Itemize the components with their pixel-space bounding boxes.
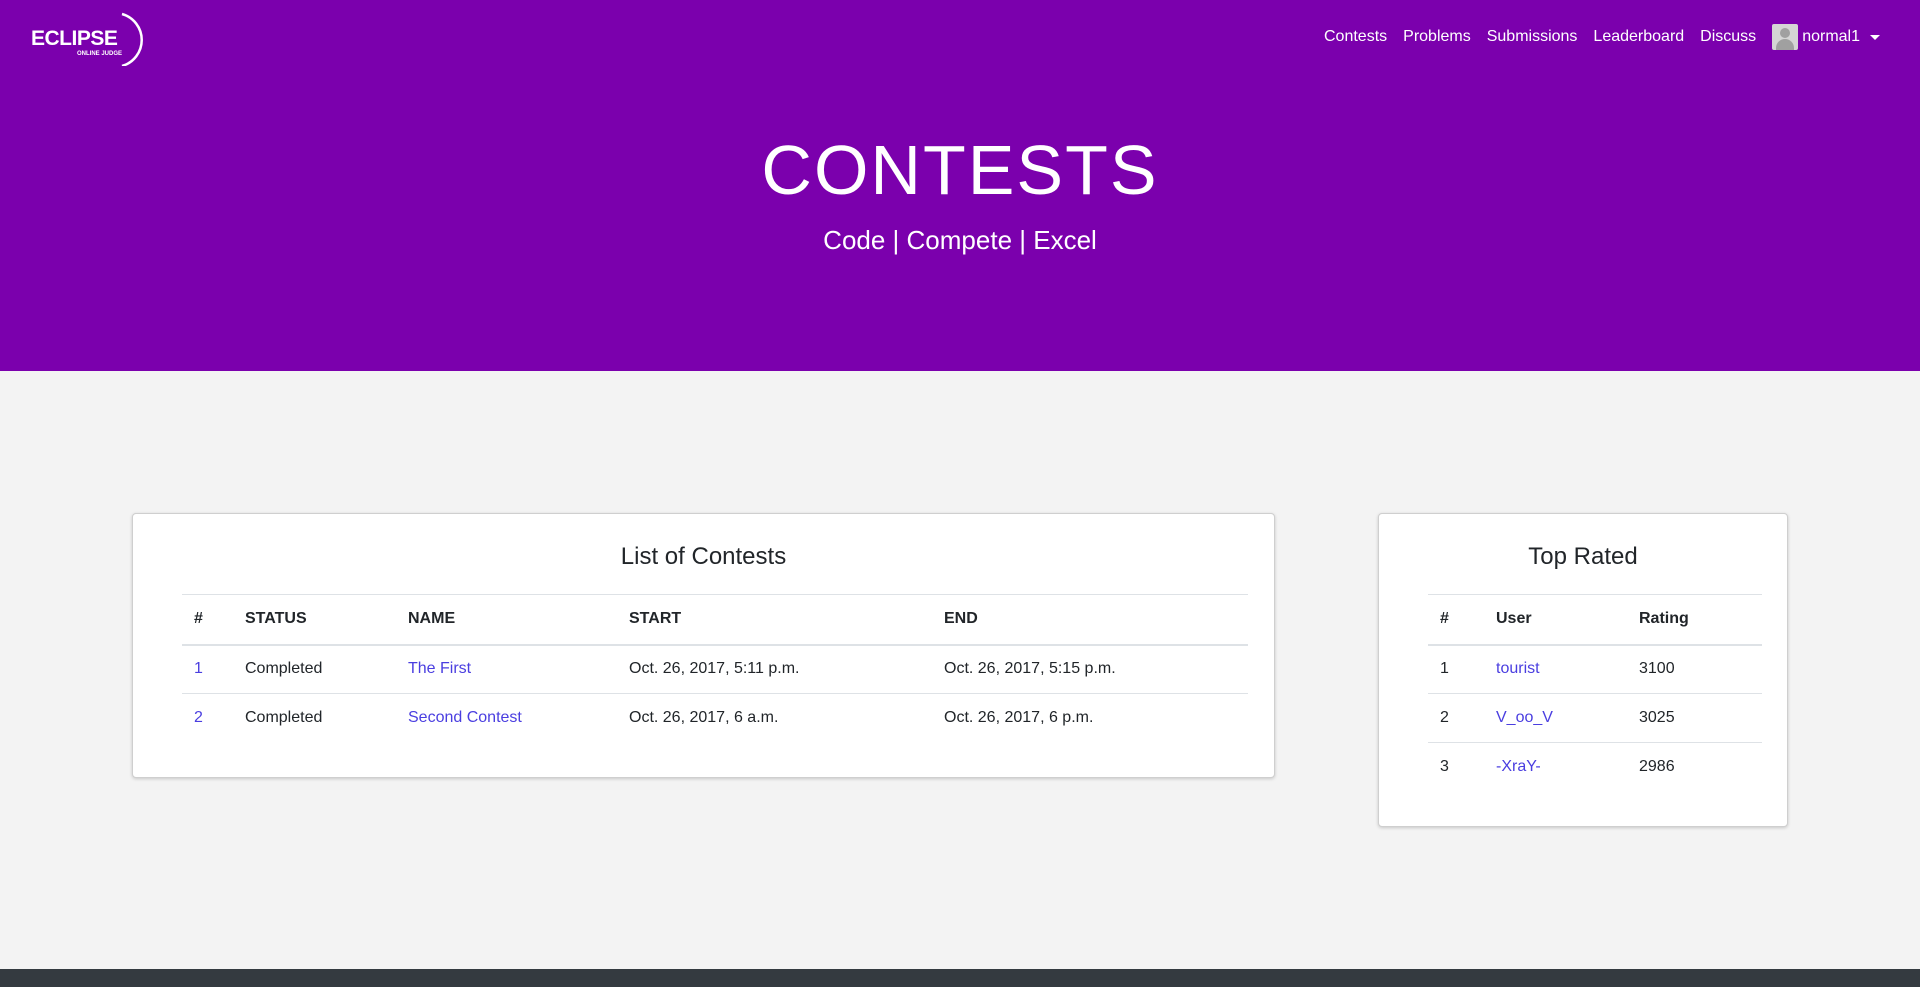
- rank: 2: [1428, 693, 1484, 743]
- contests-title: List of Contests: [620, 543, 787, 570]
- page-title: CONTESTS: [761, 131, 1159, 209]
- column-header: Rating: [1627, 594, 1762, 646]
- column-header: START: [617, 594, 932, 646]
- column-header: #: [182, 594, 233, 646]
- contest-start: Oct. 26, 2017, 5:11 p.m.: [617, 644, 932, 694]
- top-rated-table: # User Rating 1 tourist 3100 2 V_oo_V 30…: [1428, 594, 1762, 792]
- brand-subtitle: ONLINE JUDGE: [77, 51, 122, 57]
- contests-table: # STATUS NAME START END 1 Completed The …: [182, 594, 1248, 743]
- rating: 3025: [1627, 693, 1762, 743]
- rank: 3: [1440, 758, 1449, 776]
- eclipse-logo[interactable]: ECLIPSE ONLINE JUDGE: [30, 10, 152, 66]
- rank: 1: [1428, 644, 1484, 694]
- contest-id-link[interactable]: 1: [194, 660, 203, 677]
- contest-id-link[interactable]: 2: [194, 709, 203, 726]
- nav-problems[interactable]: Problems: [1403, 28, 1471, 46]
- contest-end: Oct. 26, 2017, 5:15 p.m.: [932, 644, 1248, 694]
- column-header: #: [1428, 594, 1484, 646]
- page-header: ECLIPSE ONLINE JUDGE Contests Problems S…: [0, 0, 1920, 371]
- table-row: 3 -XraY- 2986: [1428, 743, 1762, 792]
- contest-name-link[interactable]: The First: [408, 660, 471, 677]
- column-header: User: [1484, 594, 1627, 646]
- username: normal1: [1802, 28, 1860, 45]
- contest-status: Completed: [245, 709, 323, 727]
- contest-start: Oct. 26, 2017, 6 a.m.: [629, 709, 779, 727]
- table-row: 1 tourist 3100: [1428, 644, 1762, 694]
- top-rated-title: Top Rated: [1528, 543, 1638, 570]
- table-row: 1 Completed The First Oct. 26, 2017, 5:1…: [182, 644, 1248, 694]
- column-header: END: [932, 594, 1248, 646]
- user-link[interactable]: -XraY-: [1496, 758, 1541, 775]
- chevron-down-icon: [1870, 34, 1880, 40]
- nav-discuss[interactable]: Discuss: [1700, 28, 1756, 46]
- table-row: 2 Completed Second Contest Oct. 26, 2017…: [182, 694, 1248, 743]
- nav-contests[interactable]: Contests: [1324, 28, 1387, 46]
- top-navigation: Contests Problems Submissions Leaderboar…: [1308, 22, 1880, 52]
- rating: 3100: [1627, 644, 1762, 694]
- page-subtitle: Code | Compete | Excel: [823, 225, 1097, 255]
- user-link[interactable]: V_oo_V: [1496, 709, 1553, 726]
- brand-name: ECLIPSE: [31, 27, 118, 50]
- contests-card: List of Contests # STATUS NAME START END…: [132, 513, 1275, 778]
- footer: [0, 969, 1920, 987]
- table-header-row: # STATUS NAME START END: [182, 594, 1248, 646]
- top-rated-card: Top Rated # User Rating 1 tourist 3100 2…: [1378, 513, 1788, 827]
- nav-submissions[interactable]: Submissions: [1487, 28, 1578, 46]
- column-header: NAME: [396, 594, 617, 646]
- contest-name-link[interactable]: Second Contest: [408, 709, 522, 726]
- contest-end: Oct. 26, 2017, 6 p.m.: [944, 709, 1094, 727]
- rating: 2986: [1639, 758, 1675, 776]
- table-row: 2 V_oo_V 3025: [1428, 693, 1762, 743]
- table-header-row: # User Rating: [1428, 594, 1762, 646]
- avatar: [1772, 24, 1799, 50]
- user-menu[interactable]: normal1: [1772, 24, 1880, 50]
- contest-status: Completed: [233, 644, 396, 694]
- nav-leaderboard[interactable]: Leaderboard: [1593, 28, 1684, 46]
- column-header: STATUS: [233, 594, 396, 646]
- user-link[interactable]: tourist: [1496, 660, 1540, 677]
